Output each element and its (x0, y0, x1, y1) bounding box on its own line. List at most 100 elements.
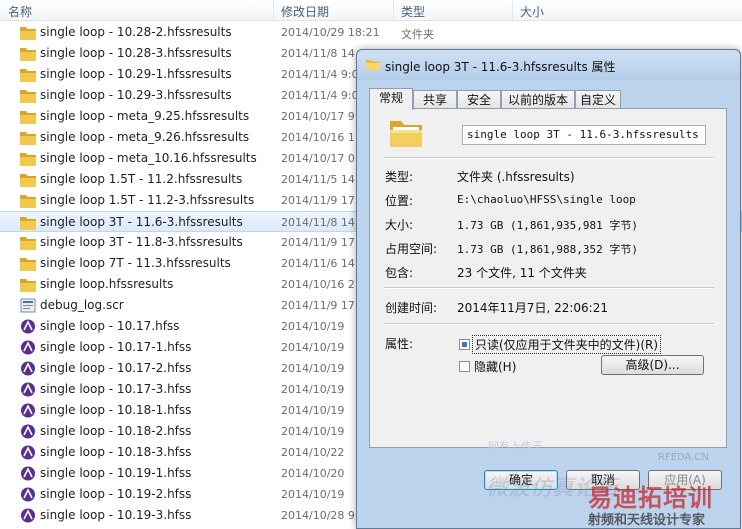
file-date: 2014/11/4 9:0 (281, 68, 359, 81)
file-date: 2014/11/9 17 (281, 299, 355, 312)
file-date: 2014/10/19 (281, 320, 345, 333)
tab-customize[interactable]: 自定义 (575, 90, 621, 108)
file-date: 2014/11/9 17 (281, 194, 355, 207)
file-name: single loop - 10.17-1.hfss (40, 340, 192, 354)
file-date: 2014/10/19 (281, 341, 345, 354)
disk-size-value: 1.73 GB (1,861,988,352 字节) (457, 243, 638, 256)
file-date: 2014/10/19 (281, 488, 345, 501)
folder-icon (20, 130, 36, 145)
file-type: 文件夹 (401, 28, 434, 41)
folder-name-input[interactable]: single loop 3T - 11.6-3.hfssresults (462, 125, 706, 145)
file-name: single loop - 10.18-1.hfss (40, 403, 192, 417)
created-value: 2014年11月7日, 22:06:21 (457, 301, 608, 315)
column-type[interactable]: 类型 (401, 3, 425, 20)
file-date: 2014/10/19 (281, 404, 345, 417)
file-name: single loop 7T - 11.3.hfssresults (40, 256, 231, 270)
folder-icon (366, 60, 380, 70)
file-name: single loop - 10.28-3.hfssresults (40, 46, 232, 60)
location-value: E:\chaoluo\HFSS\single loop (457, 193, 636, 206)
file-date: 2014/10/29 18:21 (281, 26, 380, 39)
file-name: single loop - 10.19-1.hfss (40, 466, 192, 480)
folder-icon (20, 256, 36, 271)
hfss-file-icon (20, 487, 36, 502)
location-label: 位置: (385, 194, 414, 208)
folder-icon (20, 277, 36, 292)
readonly-label[interactable]: 只读(仅应用于文件夹中的文件)(R) (472, 335, 662, 354)
dialog-titlebar[interactable]: single loop 3T - 11.6-3.hfssresults 属性 (357, 50, 740, 80)
file-date: 2014/11/8 14 (281, 47, 355, 60)
file-name: single loop - 10.17-2.hfss (40, 361, 192, 375)
folder-icon (20, 88, 36, 103)
tab-previous-versions[interactable]: 以前的版本 (501, 90, 575, 108)
column-size[interactable]: 大小 (520, 3, 544, 20)
divider (384, 157, 714, 159)
folder-icon (20, 109, 36, 124)
file-date: 2014/11/9 17 (281, 236, 355, 249)
folder-icon (390, 121, 422, 147)
readonly-checkbox[interactable] (459, 339, 470, 350)
type-value: 文件夹 (.hfssresults) (457, 170, 575, 184)
file-name: single loop - 10.29-1.hfssresults (40, 67, 232, 81)
folder-icon (20, 235, 36, 250)
hfss-file-icon (20, 508, 36, 523)
hfss-file-icon (20, 445, 36, 460)
watermark-brand: 易迪拓培训 (588, 484, 713, 512)
created-label: 创建时间: (385, 301, 438, 315)
file-date: 2014/10/19 (281, 383, 345, 396)
contains-value: 23 个文件, 11 个文件夹 (457, 266, 587, 280)
tab-general[interactable]: 常规 (369, 88, 413, 110)
file-date: 2014/10/19 (281, 362, 345, 375)
folder-icon (20, 193, 36, 208)
file-name: single loop - 10.18-3.hfss (40, 445, 192, 459)
hfss-file-icon (20, 424, 36, 439)
scr-file-icon (20, 298, 36, 313)
file-date: 2014/11/8 14 (281, 216, 355, 229)
file-date: 2014/10/17 9 (281, 110, 355, 123)
file-date: 2014/11/6 14 (281, 257, 355, 270)
watermark-faint-top: 网有上传于 (488, 440, 543, 453)
file-name: debug_log.scr (40, 298, 124, 312)
column-separator[interactable] (393, 0, 394, 20)
file-name: single loop - 10.18-2.hfss (40, 424, 192, 438)
hidden-checkbox[interactable] (459, 361, 470, 372)
advanced-button[interactable]: 高级(D)... (601, 355, 704, 375)
size-value: 1.73 GB (1,861,935,981 字节) (457, 219, 638, 232)
file-name: single loop - meta_10.16.hfssresults (40, 151, 257, 165)
file-name: single loop - meta_9.26.hfssresults (40, 130, 250, 144)
divider (384, 287, 714, 289)
hfss-file-icon (20, 319, 36, 334)
file-date: 2014/10/17 0 (281, 152, 355, 165)
hidden-label[interactable]: 隐藏(H) (474, 358, 516, 375)
file-date: 2014/10/16 2 (281, 278, 355, 291)
file-date: 2014/11/5 14 (281, 173, 355, 186)
hfss-file-icon (20, 403, 36, 418)
tab-sharing[interactable]: 共享 (413, 90, 457, 108)
file-date: 2014/10/16 1 (281, 131, 355, 144)
file-name: single loop - 10.19-3.hfss (40, 508, 192, 522)
file-date: 2014/10/19 (281, 425, 345, 438)
file-name: single loop - 10.28-2.hfssresults (40, 25, 232, 39)
general-panel: single loop 3T - 11.6-3.hfssresults 类型: … (369, 108, 727, 448)
column-separator[interactable] (273, 0, 274, 20)
file-name: single loop - meta_9.25.hfssresults (40, 109, 250, 123)
column-name[interactable]: 名称 (8, 3, 32, 20)
watermark-site: RFEDA.CN (658, 452, 709, 463)
folder-icon (20, 67, 36, 82)
folder-icon (20, 46, 36, 61)
file-name: single loop 1.5T - 11.2-3.hfssresults (40, 193, 255, 207)
file-row[interactable]: single loop - 10.28-2.hfssresults 2014/10… (0, 22, 742, 43)
hfss-file-icon (20, 361, 36, 376)
hfss-file-icon (20, 382, 36, 397)
hfss-file-icon (20, 340, 36, 355)
hfss-file-icon (20, 466, 36, 481)
folder-icon (20, 25, 36, 40)
folder-icon (20, 215, 36, 230)
watermark-slogan: 射频和天线设计专家 (588, 513, 706, 528)
disk-size-label: 占用空间: (385, 242, 438, 256)
file-name: single loop 1.5T - 11.2.hfssresults (40, 172, 243, 186)
column-separator[interactable] (512, 0, 513, 20)
column-date[interactable]: 修改日期 (281, 3, 329, 20)
tab-security[interactable]: 安全 (457, 90, 501, 108)
file-date: 2014/11/4 9:0 (281, 89, 359, 102)
file-name: single loop - 10.29-3.hfssresults (40, 88, 232, 102)
